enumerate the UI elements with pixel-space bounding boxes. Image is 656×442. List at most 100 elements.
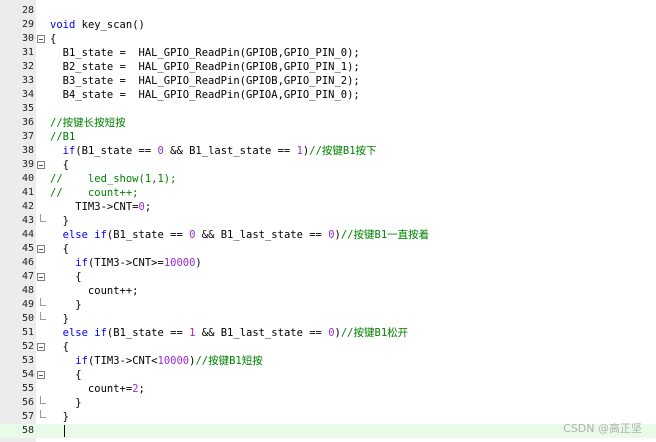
- code-text: (TIM3->CNT>=: [87, 257, 164, 269]
- code-text: }: [50, 299, 82, 311]
- code-content: }: [50, 396, 81, 410]
- code-line[interactable]: 42 TIM3->CNT=0;: [0, 200, 656, 214]
- fold-collapse-icon[interactable]: [37, 273, 45, 281]
- fold-collapse-icon[interactable]: [37, 161, 45, 169]
- code-comment: //按键B1短按: [195, 355, 263, 367]
- line-number: 58: [21, 425, 34, 436]
- code-text: && B1_last_state ==: [195, 229, 329, 241]
- code-keyword: if: [75, 355, 88, 367]
- code-content: if(TIM3->CNT<10000)//按键B1短按: [50, 354, 263, 368]
- code-comment: // led_show(1,1);: [50, 173, 177, 185]
- code-content: TIM3->CNT=0;: [50, 200, 151, 214]
- code-text: ): [195, 257, 202, 269]
- code-line[interactable]: 31 B1_state = HAL_GPIO_ReadPin(GPIOB,GPI…: [0, 46, 656, 60]
- line-number: 36: [21, 117, 34, 128]
- code-text: count+=: [50, 383, 133, 395]
- code-text: {: [50, 341, 69, 353]
- code-line[interactable]: 34 B4_state = HAL_GPIO_ReadPin(GPIOA,GPI…: [0, 88, 656, 102]
- fold-collapse-icon[interactable]: [37, 371, 45, 379]
- line-number: 35: [21, 103, 34, 114]
- code-text: (B1_state ==: [106, 327, 190, 339]
- fold-collapse-icon[interactable]: [37, 245, 45, 253]
- code-line[interactable]: 37 //B1: [0, 130, 656, 144]
- fold-collapse-icon[interactable]: [37, 35, 45, 43]
- line-number: 33: [21, 75, 34, 86]
- code-comment: // count++;: [50, 187, 139, 199]
- code-content: {: [50, 340, 69, 354]
- code-line[interactable]: 45 {: [0, 242, 656, 256]
- code-text: (TIM3->CNT<: [87, 355, 158, 367]
- code-line[interactable]: 46 if(TIM3->CNT>=10000): [0, 256, 656, 270]
- line-number: 57: [21, 411, 34, 422]
- code-line[interactable]: 55 count+=2;: [0, 382, 656, 396]
- fold-end-marker: [40, 214, 46, 222]
- code-line[interactable]: 58: [0, 424, 656, 438]
- code-line[interactable]: 57 }: [0, 410, 656, 424]
- code-line[interactable]: 56 }: [0, 396, 656, 410]
- fold-end-marker: [40, 298, 46, 306]
- code-text: {: [50, 271, 82, 283]
- code-line[interactable]: 48 count++;: [0, 284, 656, 298]
- code-text: (B1_state ==: [75, 145, 158, 157]
- code-text: B3_state = HAL_GPIO_ReadPin(GPIOB,GPIO_P…: [50, 75, 360, 87]
- line-number: 53: [21, 355, 34, 366]
- code-line[interactable]: 53 if(TIM3->CNT<10000)//按键B1短按: [0, 354, 656, 368]
- code-line[interactable]: 43 }: [0, 214, 656, 228]
- code-content: B2_state = HAL_GPIO_ReadPin(GPIOB,GPIO_P…: [50, 60, 360, 74]
- code-content: if(B1_state == 0 && B1_last_state == 1)/…: [50, 144, 377, 158]
- code-keyword: void: [50, 19, 76, 31]
- line-number: 43: [21, 215, 34, 226]
- line-number: 37: [21, 131, 34, 142]
- code-line[interactable]: 47 {: [0, 270, 656, 284]
- watermark: CSDN @高正坚: [563, 422, 642, 435]
- code-editor[interactable]: 28 29 void key_scan() 30 {31 B1_state = HAL_…: [0, 0, 656, 442]
- code-content: //B1: [50, 130, 75, 144]
- code-comment: //按键B1一直按着: [340, 229, 430, 241]
- code-line[interactable]: 49 }: [0, 298, 656, 312]
- code-content: {: [50, 270, 82, 284]
- line-number: 28: [21, 5, 34, 16]
- code-content: }: [50, 214, 69, 228]
- code-line[interactable]: 32 B2_state = HAL_GPIO_ReadPin(GPIOB,GPI…: [0, 60, 656, 74]
- code-keyword: else if: [62, 327, 107, 339]
- code-line[interactable]: 44 else if(B1_state == 0 && B1_last_stat…: [0, 228, 656, 242]
- code-content: //按键长按短按: [50, 116, 126, 130]
- code-text: ;: [144, 201, 152, 213]
- code-text: }: [50, 411, 69, 423]
- code-text: {: [50, 243, 69, 255]
- line-number: 56: [21, 397, 34, 408]
- code-line[interactable]: 36 //按键长按短按: [0, 116, 656, 130]
- code-line[interactable]: 54 {: [0, 368, 656, 382]
- line-number: 48: [21, 285, 34, 296]
- code-content: B3_state = HAL_GPIO_ReadPin(GPIOB,GPIO_P…: [50, 74, 360, 88]
- fold-end-marker: [40, 396, 46, 404]
- code-text: key_scan(): [75, 19, 145, 31]
- code-content: else if(B1_state == 0 && B1_last_state =…: [50, 228, 430, 242]
- code-line[interactable]: 28: [0, 4, 656, 18]
- code-line[interactable]: 52 {: [0, 340, 656, 354]
- fold-collapse-icon[interactable]: [37, 343, 45, 351]
- code-line[interactable]: 40 // led_show(1,1);: [0, 172, 656, 186]
- code-content: {: [50, 242, 69, 256]
- line-number: 38: [21, 145, 34, 156]
- line-number: 39: [21, 159, 34, 170]
- code-line[interactable]: 38 if(B1_state == 0 && B1_last_state == …: [0, 144, 656, 158]
- code-text: {: [50, 33, 57, 45]
- code-lines[interactable]: 28 29 void key_scan() 30 {31 B1_state = HAL_…: [0, 4, 656, 438]
- code-comment: //按键长按短按: [50, 117, 126, 129]
- code-text: B2_state = HAL_GPIO_ReadPin(GPIOB,GPIO_P…: [50, 61, 360, 73]
- code-text: ;: [138, 383, 145, 395]
- code-line[interactable]: 39 {: [0, 158, 656, 172]
- code-line[interactable]: 33 B3_state = HAL_GPIO_ReadPin(GPIOB,GPI…: [0, 74, 656, 88]
- code-line[interactable]: 51 else if(B1_state == 1 && B1_last_stat…: [0, 326, 656, 340]
- code-line[interactable]: 30 {: [0, 32, 656, 46]
- code-line[interactable]: 50 }: [0, 312, 656, 326]
- line-number: 46: [21, 257, 34, 268]
- code-text: B4_state = HAL_GPIO_ReadPin(GPIOA,GPIO_P…: [50, 89, 360, 101]
- code-line[interactable]: 35: [0, 102, 656, 116]
- code-line[interactable]: 29 void key_scan(): [0, 18, 656, 32]
- code-content: B1_state = HAL_GPIO_ReadPin(GPIOB,GPIO_P…: [50, 46, 360, 60]
- code-line[interactable]: 41 // count++;: [0, 186, 656, 200]
